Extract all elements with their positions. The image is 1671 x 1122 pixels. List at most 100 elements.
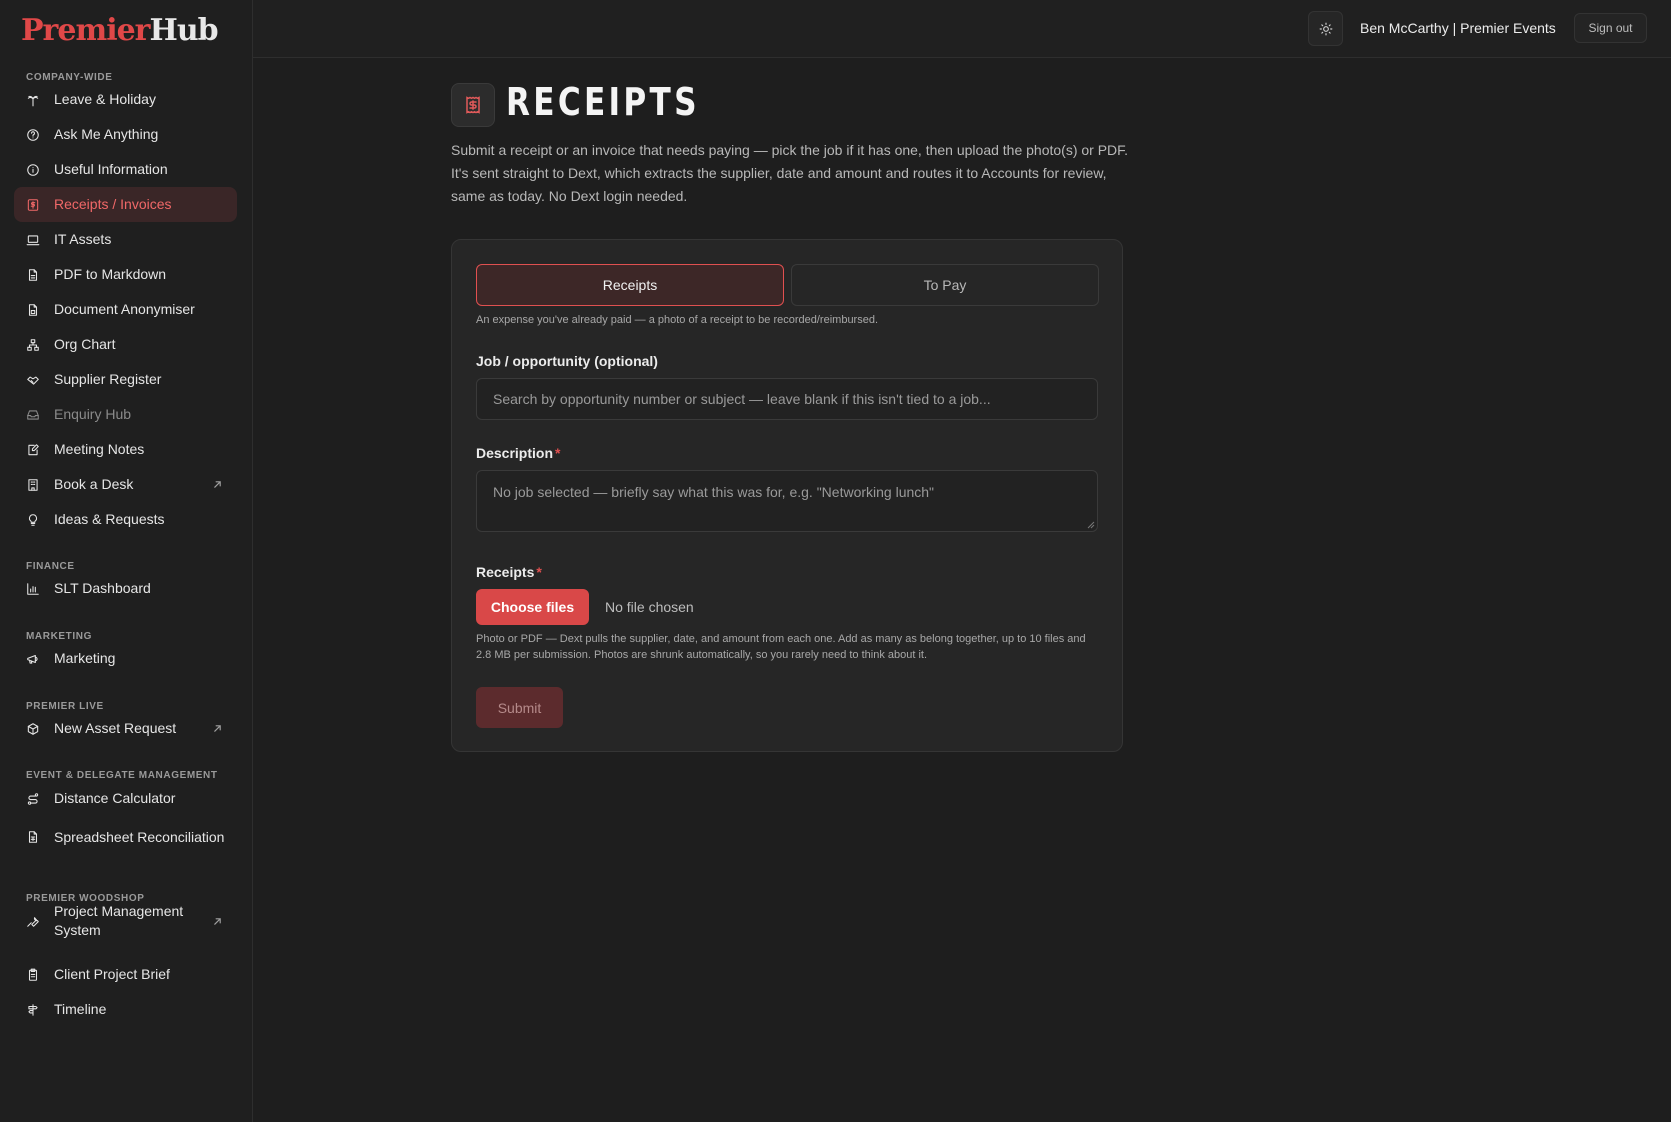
sidebar: PremierHub COMPANY-WIDE Leave & Holiday As… bbox=[0, 0, 253, 1122]
job-label: Job / opportunity (optional) bbox=[476, 353, 658, 369]
sidebar-item-label: Ideas & Requests bbox=[54, 511, 165, 527]
description-placeholder: No job selected — briefly say what this … bbox=[493, 484, 935, 500]
sidebar-item-project-management-system[interactable]: Project Management System bbox=[14, 899, 237, 943]
sidebar-item-label: New Asset Request bbox=[54, 720, 177, 736]
external-link-icon bbox=[214, 725, 221, 732]
sidebar-item-timeline[interactable]: Timeline bbox=[14, 992, 237, 1027]
sidebar-item-label: IT Assets bbox=[54, 231, 112, 247]
sidebar-item-ideas-requests[interactable]: Ideas & Requests bbox=[14, 502, 237, 537]
sidebar-item-label: Supplier Register bbox=[54, 371, 162, 387]
sidebar-item-label: Useful Information bbox=[54, 161, 168, 177]
sidebar-item-label: Ask Me Anything bbox=[54, 126, 159, 142]
sun-icon bbox=[1319, 22, 1332, 35]
sidebar-item-label: Book a Desk bbox=[54, 476, 134, 492]
help-circle-icon bbox=[26, 128, 40, 142]
sidebar-item-enquiry-hub[interactable]: Enquiry Hub bbox=[14, 397, 237, 432]
handshake-icon bbox=[26, 373, 40, 387]
sidebar-item-useful-information[interactable]: Useful Information bbox=[14, 152, 237, 187]
sidebar-section-label: EVENT & DELEGATE MANAGEMENT bbox=[26, 770, 218, 781]
info-icon bbox=[26, 163, 40, 177]
resize-handle-icon[interactable] bbox=[1087, 521, 1095, 529]
choose-files-button[interactable]: Choose files bbox=[476, 589, 589, 625]
sidebar-item-label: SLT Dashboard bbox=[54, 580, 151, 596]
sidebar-item-label: Enquiry Hub bbox=[54, 406, 132, 422]
package-plus-icon bbox=[26, 722, 40, 736]
page-title: RECEIPTS bbox=[506, 80, 700, 124]
sidebar-item-label: Org Chart bbox=[54, 336, 116, 352]
description-textarea[interactable]: No job selected — briefly say what this … bbox=[476, 470, 1098, 532]
sidebar-item-client-project-brief[interactable]: Client Project Brief bbox=[14, 957, 237, 992]
brand-logo[interactable]: PremierHub bbox=[21, 13, 219, 48]
wrench-icon bbox=[26, 914, 40, 928]
file-lock-icon bbox=[26, 303, 40, 317]
sidebar-item-label: Client Project Brief bbox=[54, 966, 170, 982]
megaphone-icon bbox=[26, 652, 40, 666]
signpost-icon bbox=[26, 1003, 40, 1017]
theme-toggle-button[interactable] bbox=[1308, 11, 1343, 46]
route-icon bbox=[26, 792, 40, 806]
sidebar-item-label: Receipts / Invoices bbox=[54, 196, 172, 212]
sidebar-item-it-assets[interactable]: IT Assets bbox=[14, 222, 237, 257]
sidebar-item-label: Spreadsheet Reconciliation bbox=[54, 828, 225, 845]
required-mark: * bbox=[536, 564, 542, 580]
sidebar-item-supplier-register[interactable]: Supplier Register bbox=[14, 362, 237, 397]
submit-button[interactable]: Submit bbox=[476, 687, 563, 728]
building-icon bbox=[26, 478, 40, 492]
external-link-icon bbox=[214, 481, 221, 488]
page-intro: Submit a receipt or an invoice that need… bbox=[451, 142, 1129, 204]
brand-part2: Hub bbox=[149, 13, 218, 48]
description-label-text: Description bbox=[476, 445, 554, 461]
required-mark: * bbox=[555, 445, 561, 461]
receipt-icon bbox=[26, 198, 40, 212]
sidebar-item-label: Document Anonymiser bbox=[54, 301, 195, 317]
brand-part1: Premier bbox=[21, 13, 150, 48]
sidebar-item-spreadsheet-reconciliation[interactable]: Spreadsheet Reconciliation bbox=[14, 815, 237, 859]
external-link-icon bbox=[214, 917, 221, 925]
bar-chart-icon bbox=[26, 582, 40, 596]
external-link-indicator bbox=[213, 480, 223, 490]
sidebar-item-receipts-invoices[interactable]: Receipts / Invoices bbox=[14, 187, 237, 222]
sidebar-item-distance-calculator[interactable]: Distance Calculator bbox=[14, 781, 237, 816]
user-name: Ben McCarthy | Premier Events bbox=[1360, 20, 1556, 36]
sidebar-item-label: Timeline bbox=[54, 1001, 107, 1017]
sidebar-item-marketing[interactable]: Marketing bbox=[14, 641, 237, 676]
receipt-icon bbox=[451, 83, 495, 127]
receipts-label: Receipts * bbox=[476, 564, 542, 580]
sidebar-item-ask-me-anything[interactable]: Ask Me Anything bbox=[14, 117, 237, 152]
sidebar-item-pdf-to-markdown[interactable]: PDF to Markdown bbox=[14, 257, 237, 292]
sidebar-item-leave-holiday[interactable]: Leave & Holiday bbox=[14, 82, 237, 117]
tab-hint: An expense you've already paid — a photo… bbox=[476, 314, 879, 326]
sidebar-item-label: Project Management System bbox=[54, 903, 184, 938]
file-text-icon bbox=[26, 268, 40, 282]
laptop-icon bbox=[26, 233, 40, 247]
sidebar-item-label: PDF to Markdown bbox=[54, 266, 167, 282]
job-search-input[interactable]: Search by opportunity number or subject … bbox=[476, 378, 1098, 420]
external-link-indicator bbox=[213, 724, 223, 734]
sidebar-item-label: Distance Calculator bbox=[54, 790, 176, 806]
tab-to-pay[interactable]: To Pay bbox=[791, 264, 1099, 306]
no-file-chosen-text: No file chosen bbox=[605, 599, 694, 615]
tab-receipts[interactable]: Receipts bbox=[476, 264, 784, 306]
description-label: Description * bbox=[476, 445, 560, 461]
sidebar-item-meeting-notes[interactable]: Meeting Notes bbox=[14, 432, 237, 467]
sidebar-item-label: Leave & Holiday bbox=[54, 91, 156, 107]
sidebar-item-document-anonymiser[interactable]: Document Anonymiser bbox=[14, 292, 237, 327]
clipboard-icon bbox=[26, 968, 40, 982]
sidebar-item-slt-dashboard[interactable]: SLT Dashboard bbox=[14, 571, 237, 606]
sidebar-item-book-a-desk[interactable]: Book a Desk bbox=[14, 467, 237, 502]
notebook-pen-icon bbox=[26, 443, 40, 457]
lightbulb-icon bbox=[26, 513, 40, 527]
palm-tree-icon bbox=[26, 93, 40, 107]
inbox-icon bbox=[26, 408, 40, 422]
sidebar-item-label: Marketing bbox=[54, 650, 116, 666]
receipts-label-text: Receipts bbox=[476, 564, 535, 580]
sidebar-item-label: Meeting Notes bbox=[54, 441, 145, 457]
receipt-form-card: Receipts To Pay An expense you've alread… bbox=[451, 239, 1123, 752]
sidebar-item-org-chart[interactable]: Org Chart bbox=[14, 327, 237, 362]
upload-help-text: Photo or PDF — Dext pulls the supplier, … bbox=[476, 633, 1086, 661]
sign-out-button[interactable]: Sign out bbox=[1574, 13, 1647, 43]
spreadsheet-icon bbox=[26, 830, 40, 844]
sidebar-item-new-asset-request[interactable]: New Asset Request bbox=[14, 711, 237, 746]
external-link-indicator bbox=[213, 916, 223, 926]
org-chart-icon bbox=[26, 338, 40, 352]
